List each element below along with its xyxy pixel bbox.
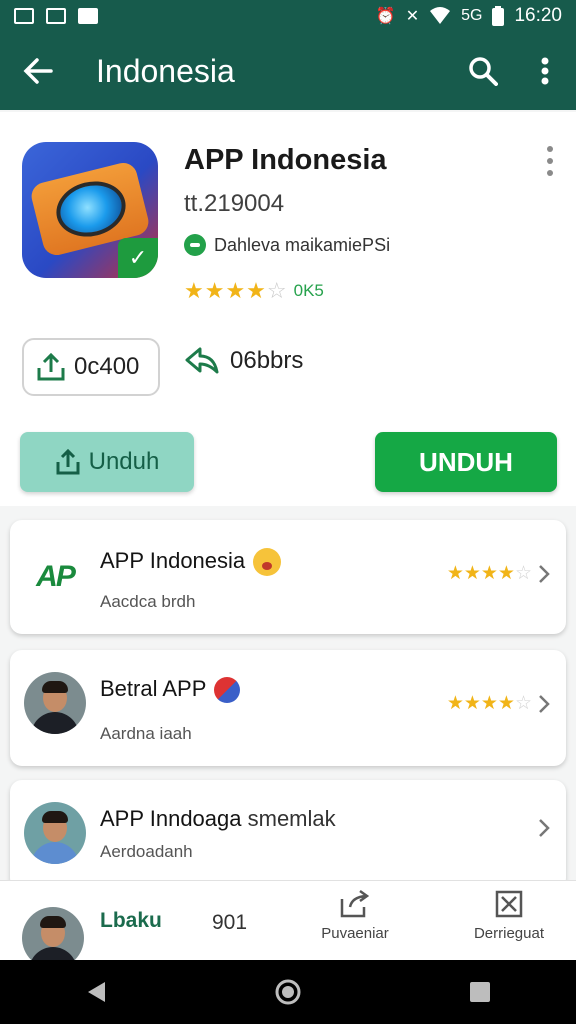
developer-name: Dahleva maikamiePSi (214, 234, 391, 255)
list-item-title: APP Indonesia (100, 548, 282, 577)
image-icon (46, 8, 66, 24)
unduh-primary-button[interactable]: UNDUH (375, 432, 557, 492)
upload-icon (56, 448, 80, 475)
status-time: 16:20 (514, 5, 562, 26)
bottom-tab-bar: Lbaku 901 Puvaeniar Derrieguat (0, 880, 576, 969)
chevron-right-icon[interactable] (534, 564, 554, 584)
page-title: Indonesia (96, 52, 235, 89)
unduh-secondary-label: Unduh (88, 448, 160, 475)
share-icon (185, 347, 219, 374)
share-count-value: 06bbrs (230, 347, 304, 374)
list-item[interactable]: AP APP Indonesia Aacdca brdh ★★★★☆ (10, 520, 566, 634)
more-vert-icon[interactable] (514, 32, 576, 110)
tab-share-label: Puvaeniar (321, 925, 389, 942)
search-icon[interactable] (452, 32, 514, 110)
avatar (24, 802, 86, 864)
signal-text: 5G (461, 7, 483, 24)
chevron-right-icon[interactable] (534, 818, 554, 838)
emoji-icon (253, 548, 282, 577)
profile-number: 901 (212, 911, 248, 934)
list-item-name: Betral APP (100, 676, 207, 701)
list-item[interactable]: APP Inndoaga smemlak Aerdoadanh (10, 780, 566, 890)
avatar (24, 672, 86, 734)
globe-icon (214, 677, 241, 704)
list-item-stars: ★★★★☆ (446, 563, 532, 584)
app-icon-large[interactable]: ✓ (22, 142, 158, 278)
wifi-icon (430, 7, 451, 24)
developer-row[interactable]: Dahleva maikamiePSi (184, 234, 390, 256)
share-count[interactable]: 06bbrs (184, 346, 303, 376)
system-nav-bar (0, 960, 576, 1024)
nav-home-icon[interactable] (258, 962, 318, 1022)
rating-row: ★★★★☆ 0K5 (184, 278, 324, 304)
rating-text: 0K5 (293, 281, 324, 300)
download-count-box[interactable]: 0c400 (22, 338, 160, 396)
list-item-subtitle: Aerdoadanh (100, 842, 193, 861)
arrow-back-icon[interactable] (0, 32, 76, 110)
gallery-icon (14, 8, 34, 24)
battery-icon (492, 6, 505, 26)
chevron-right-icon[interactable] (534, 694, 554, 714)
verified-badge-icon: ✓ (118, 238, 158, 278)
list-item-stars: ★★★★☆ (446, 693, 532, 714)
mute-icon: ✕ (405, 8, 420, 25)
list-item-title: Betral APP (100, 676, 241, 704)
status-bar: ⏰ ✕ 5G 16:20 (0, 0, 576, 32)
list-item-subtitle: Aacdca brdh (100, 592, 196, 611)
share-box-icon (340, 889, 370, 918)
list-item-subtitle: Aardna iaah (100, 724, 192, 743)
developer-icon (184, 234, 206, 256)
app-bar: Indonesia (0, 32, 576, 110)
tab-delete-label: Derrieguat (473, 925, 545, 942)
nav-recents-icon[interactable] (450, 962, 510, 1022)
app-icon (78, 8, 98, 24)
download-icon (37, 352, 65, 381)
profile-label[interactable]: Lbaku (100, 909, 162, 933)
rating-stars: ★★★★☆ (184, 278, 288, 303)
unduh-secondary-button[interactable]: Unduh (20, 432, 194, 492)
tab-share[interactable]: Puvaeniar (300, 889, 410, 953)
list-item-name-suffix: smemlak (247, 806, 336, 831)
nav-back-icon[interactable] (66, 962, 126, 1022)
list-item-name: APP Indonesia (100, 548, 246, 573)
tab-delete[interactable]: Derrieguat (454, 889, 564, 953)
app-logo-icon: AP (24, 546, 86, 608)
list-item-title: APP Inndoaga smemlak (100, 806, 336, 832)
list-item-name: APP Inndoaga (100, 806, 242, 831)
app-version: tt.219004 (184, 190, 285, 217)
download-count: 0c400 (74, 353, 140, 380)
app-title: APP Indonesia (184, 144, 387, 176)
delete-box-icon (495, 890, 523, 918)
list-item[interactable]: Betral APP Aardna iaah ★★★★☆ (10, 650, 566, 766)
alarm-icon: ⏰ (375, 8, 396, 25)
card-more-icon[interactable] (538, 146, 562, 176)
